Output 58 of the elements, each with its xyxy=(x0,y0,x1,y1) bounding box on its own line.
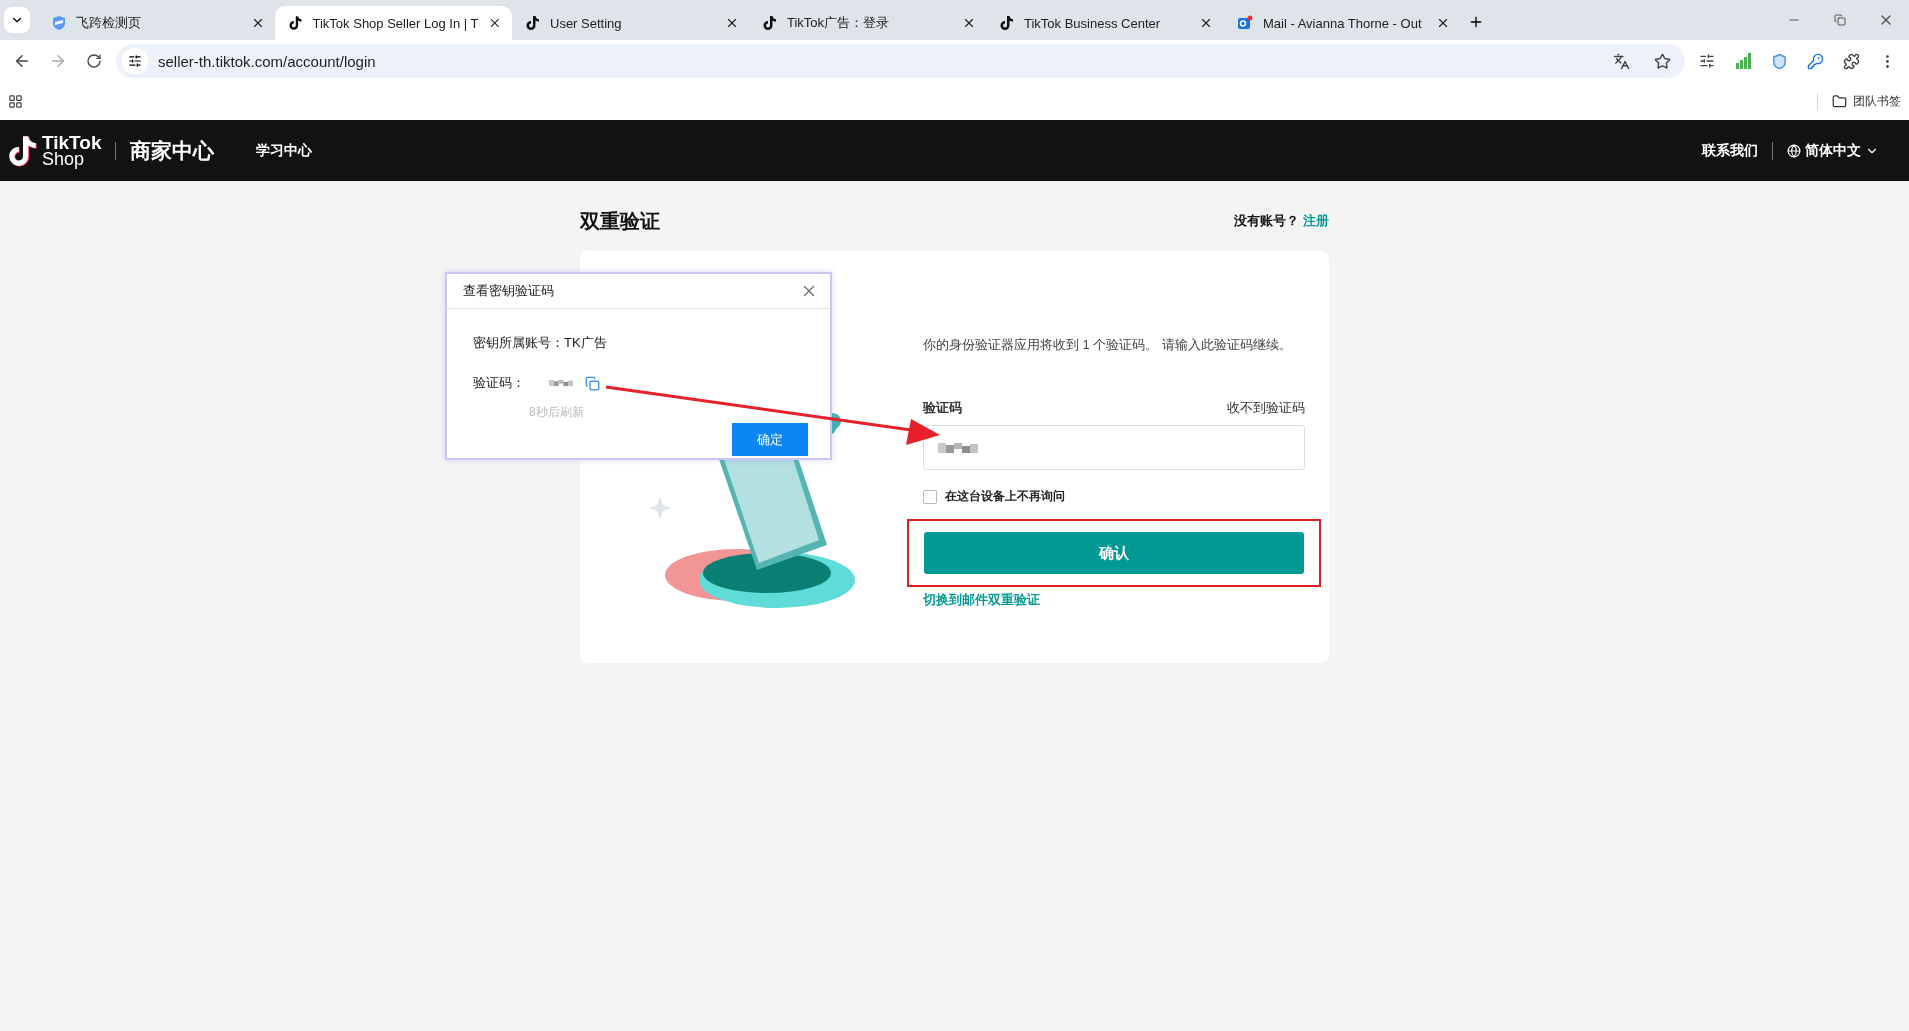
browser-tab[interactable]: User Setting xyxy=(512,6,749,40)
reload-icon[interactable] xyxy=(86,53,102,69)
new-tab-icon[interactable] xyxy=(1468,14,1484,30)
refresh-countdown: 8秒后刷新 xyxy=(529,404,585,421)
confirm-button[interactable]: 确认 xyxy=(924,532,1304,574)
shield-icon[interactable] xyxy=(1770,52,1788,70)
nav-link[interactable]: 学习中心 xyxy=(256,141,313,160)
tab-search-button[interactable] xyxy=(4,7,30,33)
logo-subtext: Shop xyxy=(42,150,85,168)
bookmark-star-icon[interactable] xyxy=(1654,52,1671,70)
apps-icon[interactable] xyxy=(8,93,23,109)
globe-icon xyxy=(1787,143,1801,158)
music-note-icon xyxy=(763,15,777,31)
account-text: 密钥所属账号：TK广告 xyxy=(473,334,608,352)
browser-tab[interactable]: TikTok广告：登录 xyxy=(749,6,986,40)
switch-link[interactable]: 切换到邮件双重验证 xyxy=(923,591,1305,609)
site-info-icon[interactable] xyxy=(122,48,148,74)
code-input-field[interactable] xyxy=(923,425,1305,470)
contact-link[interactable]: 联系我们 xyxy=(1702,141,1758,160)
close-icon[interactable] xyxy=(1199,16,1213,30)
browser-tab[interactable]: Mail - Avianna Thorne - Out xyxy=(1223,6,1460,40)
browser-tab[interactable]: 飞跨检测页 xyxy=(38,6,275,40)
music-note-icon xyxy=(526,15,540,31)
language-selector[interactable]: 简体中文 xyxy=(1787,141,1879,160)
extensions-icon[interactable] xyxy=(1842,52,1860,70)
close-icon[interactable] xyxy=(1436,16,1450,30)
ok-button[interactable]: 确定 xyxy=(732,423,808,456)
browser-tab[interactable]: TikTok Business Center xyxy=(986,6,1223,40)
restore-icon[interactable] xyxy=(1834,14,1846,26)
no-account-text: 没有账号？ xyxy=(1234,212,1299,230)
music-note-logo-icon xyxy=(8,133,38,168)
translate-icon[interactable] xyxy=(1613,52,1630,70)
page-title: 双重验证 xyxy=(580,208,660,234)
close-icon[interactable] xyxy=(725,16,739,30)
no-code-link[interactable]: 收不到验证码 xyxy=(1227,399,1305,417)
logo-text: TikTok xyxy=(42,133,102,151)
mail-app-icon xyxy=(1237,15,1253,31)
checkbox-label: 在这台设备上不再询问 xyxy=(945,488,1065,505)
product-name: 商家中心 xyxy=(130,137,215,164)
back-icon[interactable] xyxy=(13,52,31,70)
copy-icon[interactable] xyxy=(585,375,600,391)
music-note-icon xyxy=(1000,15,1014,31)
remember-checkbox[interactable] xyxy=(923,489,937,504)
code-label: 验证码 xyxy=(923,399,962,417)
popup-title: 查看密钥验证码 xyxy=(463,282,554,300)
key-icon[interactable] xyxy=(1806,52,1824,70)
close-icon[interactable] xyxy=(962,16,976,30)
code-label: 验证码： xyxy=(473,374,525,392)
close-icon[interactable] xyxy=(251,16,265,30)
description-text: 你的身份验证器应用将收到 1 个验证码。 请输入此验证码继续。 xyxy=(923,336,1294,354)
shield-icon xyxy=(52,15,66,31)
music-note-icon xyxy=(289,15,303,31)
close-icon[interactable] xyxy=(488,16,502,30)
signal-bars-icon[interactable] xyxy=(1735,53,1751,69)
folder-icon xyxy=(1832,93,1847,109)
bookmark-folder[interactable]: 团队书签 xyxy=(1817,92,1901,110)
browser-tab[interactable]: TikTok Shop Seller Log In | T xyxy=(275,6,512,40)
sliders-icon[interactable] xyxy=(1699,53,1715,69)
